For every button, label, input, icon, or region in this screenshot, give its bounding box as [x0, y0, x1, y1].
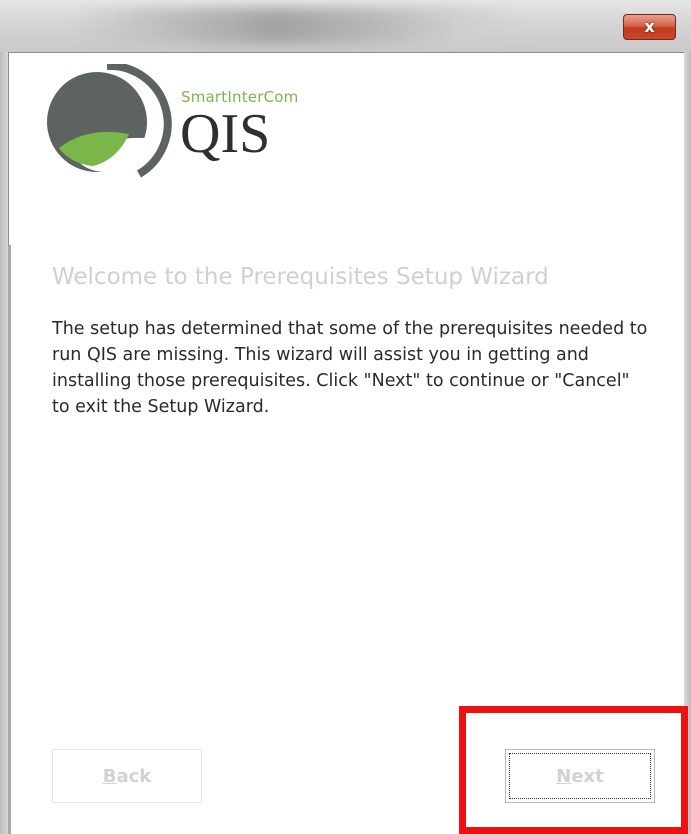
- frame-edge-shadow: [8, 245, 11, 834]
- setup-window: x SmartInterCom QIS Welcome to the Prere…: [0, 0, 691, 834]
- smartintercom-logo-icon: [47, 64, 172, 178]
- highlight-annotation-box: [459, 706, 688, 834]
- brand-product-name: QIS: [180, 103, 271, 165]
- back-button-label: ack: [116, 765, 152, 787]
- close-icon: x: [644, 17, 655, 36]
- wizard-description: The setup has determined that some of th…: [52, 319, 648, 417]
- window-frame-left: [0, 52, 8, 834]
- blurred-window-title: [70, 8, 530, 44]
- title-bar[interactable]: x: [0, 0, 691, 52]
- back-button-mnemonic: B: [102, 765, 117, 787]
- back-button[interactable]: Back: [52, 749, 202, 803]
- wizard-heading: Welcome to the Prerequisites Setup Wizar…: [52, 264, 549, 290]
- close-button[interactable]: x: [623, 14, 676, 40]
